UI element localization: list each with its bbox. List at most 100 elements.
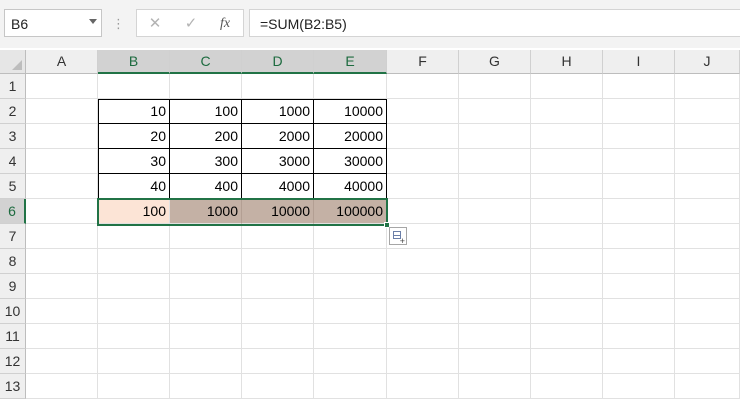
grid-cell[interactable]: [603, 99, 675, 124]
row-header-1[interactable]: 1: [0, 74, 26, 99]
grid-cell[interactable]: [314, 299, 387, 324]
grid-cell[interactable]: [26, 374, 98, 399]
grid-cell[interactable]: [314, 274, 387, 299]
grid-cell[interactable]: [26, 349, 98, 374]
grid-cell[interactable]: [387, 324, 459, 349]
grid-cell[interactable]: [531, 249, 603, 274]
grid-cell[interactable]: [242, 249, 314, 274]
grid-cell[interactable]: [314, 74, 387, 99]
grid-cell[interactable]: [242, 274, 314, 299]
grid-cell[interactable]: [242, 374, 314, 399]
grid-cell[interactable]: [459, 199, 531, 224]
grid-cell[interactable]: [387, 149, 459, 174]
grid-cell[interactable]: [242, 224, 314, 249]
grid-cell[interactable]: [314, 249, 387, 274]
grid-cell[interactable]: [603, 224, 675, 249]
grid-cell[interactable]: [603, 349, 675, 374]
select-all-button[interactable]: [0, 50, 26, 74]
formula-input[interactable]: =SUM(B2:B5): [249, 9, 740, 37]
grid-cell[interactable]: [242, 349, 314, 374]
row-header-11[interactable]: 11: [0, 324, 26, 349]
cell-e4[interactable]: 30000: [314, 149, 387, 174]
grid-cell[interactable]: [531, 124, 603, 149]
cell-d2[interactable]: 1000: [242, 99, 314, 124]
cell-c3[interactable]: 200: [170, 124, 242, 149]
cell-b6-active[interactable]: 100: [98, 199, 170, 224]
grid-cell[interactable]: [242, 324, 314, 349]
row-header-3[interactable]: 3: [0, 124, 26, 149]
chevron-down-icon[interactable]: [89, 19, 97, 24]
grid-cell[interactable]: [531, 324, 603, 349]
cell-b4[interactable]: 30: [98, 149, 170, 174]
cancel-x-icon[interactable]: ✕: [145, 14, 165, 34]
grid-cell[interactable]: [531, 374, 603, 399]
column-header-d[interactable]: D: [242, 50, 314, 74]
cell-d5[interactable]: 4000: [242, 174, 314, 199]
grid-cell[interactable]: [675, 349, 740, 374]
grid-cell[interactable]: [170, 74, 242, 99]
row-header-10[interactable]: 10: [0, 299, 26, 324]
row-header-9[interactable]: 9: [0, 274, 26, 299]
grid-cell[interactable]: [26, 174, 98, 199]
grid-cell[interactable]: [531, 149, 603, 174]
grid-cell[interactable]: [98, 374, 170, 399]
grid-cell[interactable]: [170, 374, 242, 399]
grid-cell[interactable]: [26, 99, 98, 124]
column-header-f[interactable]: F: [387, 50, 459, 74]
column-header-e[interactable]: E: [314, 50, 387, 74]
grid-cell[interactable]: [675, 74, 740, 99]
cell-c2[interactable]: 100: [170, 99, 242, 124]
grid-cell[interactable]: [531, 299, 603, 324]
grid-cell[interactable]: [459, 149, 531, 174]
cell-e5[interactable]: 40000: [314, 174, 387, 199]
row-header-2[interactable]: 2: [0, 99, 26, 124]
grid-cell[interactable]: [98, 349, 170, 374]
grid-cell[interactable]: [26, 74, 98, 99]
grid-cell[interactable]: [242, 74, 314, 99]
grid-cell[interactable]: [531, 199, 603, 224]
grid-cell[interactable]: [98, 274, 170, 299]
grid-cell[interactable]: [459, 74, 531, 99]
grid-cell[interactable]: [603, 199, 675, 224]
grid-cell[interactable]: [675, 299, 740, 324]
column-header-i[interactable]: I: [603, 50, 675, 74]
grid-cell[interactable]: [26, 199, 98, 224]
grid-cell[interactable]: [26, 299, 98, 324]
grid-cell[interactable]: [170, 249, 242, 274]
column-header-j[interactable]: J: [675, 50, 740, 74]
grid-cell[interactable]: [314, 324, 387, 349]
grid-cell[interactable]: [459, 299, 531, 324]
grid-cell[interactable]: [98, 224, 170, 249]
cell-b3[interactable]: 20: [98, 124, 170, 149]
cell-e6[interactable]: 100000: [314, 199, 387, 224]
grid-cell[interactable]: [675, 249, 740, 274]
grid-cell[interactable]: [675, 324, 740, 349]
row-header-4[interactable]: 4: [0, 149, 26, 174]
grid-cell[interactable]: [603, 249, 675, 274]
grid-cell[interactable]: [98, 324, 170, 349]
row-header-7[interactable]: 7: [0, 224, 26, 249]
grid-cell[interactable]: [387, 124, 459, 149]
grid-cell[interactable]: [603, 74, 675, 99]
grid-cell[interactable]: [387, 74, 459, 99]
grid-cell[interactable]: [675, 99, 740, 124]
insert-function-icon[interactable]: fx: [215, 14, 235, 34]
grid-cell[interactable]: [531, 349, 603, 374]
grid-cell[interactable]: [314, 224, 387, 249]
row-header-6[interactable]: 6: [0, 199, 26, 224]
grid-cell[interactable]: [387, 249, 459, 274]
cell-d6[interactable]: 10000: [242, 199, 314, 224]
grid-cell[interactable]: [387, 174, 459, 199]
quick-analysis-button[interactable]: +: [389, 227, 407, 246]
grid-cell[interactable]: [531, 99, 603, 124]
grid-cell[interactable]: [98, 299, 170, 324]
grid-cell[interactable]: [675, 174, 740, 199]
grid-cell[interactable]: [170, 324, 242, 349]
cell-b2[interactable]: 10: [98, 99, 170, 124]
grid-cell[interactable]: [603, 324, 675, 349]
grid-cell[interactable]: [387, 199, 459, 224]
grid-cell[interactable]: [531, 274, 603, 299]
grid-cell[interactable]: [603, 374, 675, 399]
name-box[interactable]: B6: [4, 9, 102, 37]
grid-cell[interactable]: [459, 124, 531, 149]
